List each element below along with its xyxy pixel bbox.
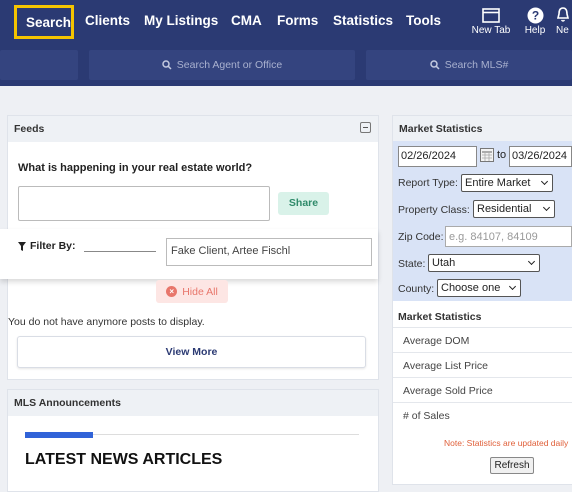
county-label: County: <box>398 283 435 295</box>
state-value: Utah <box>432 257 456 269</box>
filter-label-text: Filter By: <box>30 240 76 252</box>
svg-text:?: ? <box>531 8 538 22</box>
nav-tools[interactable]: Tools <box>406 13 441 28</box>
stat-number-of-sales: # of Sales <box>393 402 572 427</box>
news-heading: LATEST NEWS ARTICLES <box>25 451 223 468</box>
filter-icon <box>18 241 26 251</box>
date-from-input[interactable]: 02/26/2024 <box>398 146 477 167</box>
report-type-select[interactable]: Entire Market <box>461 174 553 192</box>
state-label: State: <box>398 258 426 270</box>
collapse-icon[interactable] <box>360 122 371 133</box>
nav-my-listings[interactable]: My Listings <box>144 13 218 28</box>
search-mls-input[interactable]: Search MLS# <box>366 50 572 80</box>
announcements-title: MLS Announcements <box>14 397 121 409</box>
search-mls-placeholder: Search MLS# <box>444 59 509 71</box>
filter-input[interactable]: Fake Client, Artee Fischl <box>166 238 372 266</box>
post-textarea[interactable] <box>18 186 270 221</box>
property-class-label: Property Class: <box>398 204 470 216</box>
search-icon <box>162 60 172 70</box>
filter-divider <box>84 251 156 252</box>
help-button[interactable]: ? Help <box>520 5 550 36</box>
share-button[interactable]: Share <box>278 192 329 215</box>
nav-search-tab[interactable]: Search <box>14 5 74 39</box>
search-agent-placeholder: Search Agent or Office <box>176 59 283 71</box>
new-tab-button[interactable]: New Tab <box>471 5 511 36</box>
bell-icon <box>556 5 572 25</box>
news-accent-bar <box>25 432 93 438</box>
stats-update-note: Note: Statistics are updated daily <box>444 438 569 448</box>
calendar-icon[interactable] <box>480 148 494 162</box>
help-icon: ? <box>520 5 550 25</box>
zip-code-label: Zip Code: <box>398 231 444 243</box>
hide-all-button[interactable]: × Hide All <box>156 280 228 303</box>
feeds-question: What is happening in your real estate wo… <box>18 162 253 174</box>
stat-average-list-price: Average List Price <box>393 352 572 377</box>
nav-statistics[interactable]: Statistics <box>333 13 393 28</box>
search-band: Search Agent or Office Search MLS# <box>0 46 572 86</box>
market-statistics-title: Market Statistics <box>399 123 483 135</box>
date-to-label: to <box>497 149 507 161</box>
report-type-label: Report Type: <box>398 177 458 189</box>
county-value: Choose one <box>441 282 501 294</box>
announcements-panel: MLS Announcements <box>7 389 379 492</box>
view-more-button[interactable]: View More <box>17 336 366 368</box>
news-divider <box>93 434 359 435</box>
date-to-input[interactable]: 03/26/2024 <box>509 146 572 167</box>
no-posts-message: You do not have anymore posts to display… <box>8 316 205 328</box>
zip-code-input[interactable]: e.g. 84107, 84109 <box>445 226 572 247</box>
notifications-label: Ne <box>556 25 569 36</box>
nav-cma[interactable]: CMA <box>231 13 262 28</box>
nav-search-label: Search <box>26 15 72 30</box>
new-tab-label: New Tab <box>471 25 511 36</box>
search-box-left[interactable] <box>0 50 78 80</box>
new-tab-icon <box>471 5 511 25</box>
property-class-select[interactable]: Residential <box>473 200 555 218</box>
close-circle-icon: × <box>166 286 178 297</box>
top-nav: Search Clients My Listings CMA Forms Sta… <box>0 0 572 46</box>
market-statistics-header: Market Statistics <box>393 116 572 142</box>
hide-all-label: Hide All <box>182 285 218 298</box>
announcements-header: MLS Announcements <box>8 390 378 416</box>
refresh-button[interactable]: Refresh <box>490 457 534 474</box>
feeds-header: Feeds <box>8 116 378 142</box>
county-select[interactable]: Choose one <box>437 279 521 297</box>
search-icon <box>429 60 440 70</box>
state-select[interactable]: Utah <box>428 254 540 272</box>
search-agent-office-input[interactable]: Search Agent or Office <box>89 50 355 80</box>
filter-bar: Filter By: Fake Client, Artee Fischl <box>0 229 378 279</box>
notifications-button[interactable]: Ne <box>556 5 572 36</box>
stats-subheading: Market Statistics <box>398 311 482 323</box>
filter-label: Filter By: <box>18 240 76 252</box>
property-class-value: Residential <box>477 203 532 215</box>
stat-average-sold-price: Average Sold Price <box>393 377 572 402</box>
nav-clients[interactable]: Clients <box>85 13 130 28</box>
feeds-title: Feeds <box>14 123 45 135</box>
nav-forms[interactable]: Forms <box>277 13 318 28</box>
help-label: Help <box>524 25 546 36</box>
stat-average-dom: Average DOM <box>393 327 572 352</box>
report-type-value: Entire Market <box>465 177 531 189</box>
